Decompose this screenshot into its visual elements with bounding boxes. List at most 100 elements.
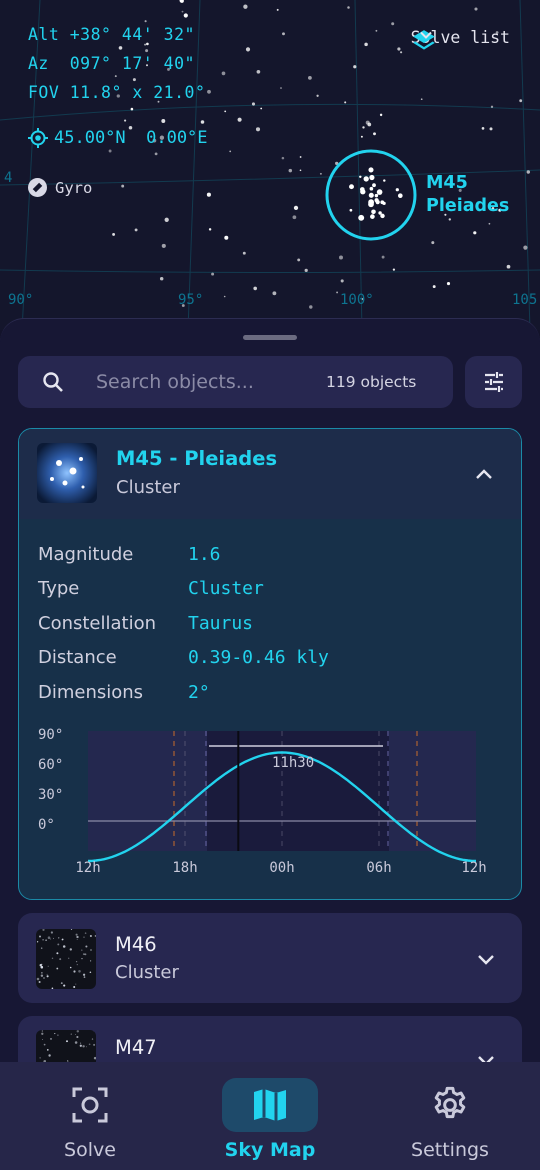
cluster-star: [368, 167, 374, 173]
star: [161, 243, 166, 248]
star: [448, 218, 451, 221]
thumb-star: [75, 960, 78, 963]
star: [281, 156, 285, 160]
star: [316, 94, 319, 97]
thumb-star: [41, 1032, 44, 1035]
object-details: Magnitude 1.6 Type Cluster Constellation…: [38, 537, 329, 710]
star: [255, 127, 261, 132]
thumb-star: [57, 937, 60, 939]
thumb-star: [93, 1043, 96, 1046]
cluster-star: [395, 188, 399, 192]
thumb-star: [60, 982, 63, 984]
thumb-star: [73, 985, 76, 989]
target-name: M45: [426, 173, 468, 193]
compass-icon: [28, 178, 47, 197]
cluster-star: [359, 175, 362, 179]
x-tick-label: 00h: [269, 860, 294, 876]
star: [381, 255, 385, 259]
detail-row: Distance 0.39-0.46 kly: [38, 641, 329, 676]
star: [224, 110, 227, 113]
thumb-star: [46, 973, 48, 975]
thumb-star: [52, 937, 55, 939]
thumb-star: [70, 1033, 72, 1035]
star: [164, 217, 169, 222]
star: [360, 135, 363, 138]
object-card-m46[interactable]: M46 Cluster: [18, 913, 522, 1003]
star: [134, 228, 138, 232]
thumb-star: [59, 958, 62, 961]
nav-icon-container: [42, 1078, 138, 1132]
cluster-star: [383, 179, 386, 182]
chevron-down-icon[interactable]: [476, 949, 496, 969]
nav-sky-map[interactable]: Sky Map: [180, 1062, 360, 1170]
thumb-star: [76, 939, 78, 941]
chevron-up-icon[interactable]: [474, 465, 494, 485]
star: [282, 32, 285, 36]
thumb-star: [76, 935, 79, 939]
object-type: Cluster: [116, 477, 180, 498]
grid-label-90: 90°: [8, 292, 34, 308]
thumb-star: [89, 934, 92, 938]
thumb-star: [79, 1044, 82, 1047]
cluster-star: [370, 214, 375, 219]
cluster-star: [372, 183, 376, 188]
star: [365, 120, 370, 125]
star: [488, 222, 491, 225]
thumb-star: [73, 970, 76, 973]
star: [211, 272, 215, 276]
thumb-star: [48, 1054, 51, 1057]
star: [159, 276, 164, 281]
star: [293, 205, 299, 211]
location-readout[interactable]: 45.00°N 0.00°E: [28, 128, 208, 148]
object-card-m45[interactable]: M45 - Pleiades Cluster Magnitude 1.6 Typ…: [18, 428, 522, 900]
star: [309, 305, 313, 309]
x-tick-label: 12h: [461, 860, 486, 876]
tune-sliders-icon: [484, 372, 503, 392]
detail-value: 0.39-0.46 kly: [188, 647, 329, 669]
thumb-star: [74, 1041, 78, 1044]
nav-solve[interactable]: Solve: [0, 1062, 180, 1170]
x-tick-label: 18h: [172, 860, 197, 876]
filter-button[interactable]: [465, 356, 522, 408]
star: [237, 117, 242, 122]
star: [280, 87, 282, 89]
altitude-chart[interactable]: 11h30 90° 60° 30° 0° 12h 18h 00h 06h 12h: [19, 719, 522, 879]
search-bar[interactable]: 119 objects: [18, 356, 453, 408]
star: [288, 168, 293, 173]
thumb-star: [82, 1045, 85, 1048]
gyro-toggle[interactable]: Gyro: [28, 178, 92, 197]
star: [112, 232, 116, 236]
thumb-star: [50, 938, 52, 940]
thumb-star: [45, 939, 47, 942]
sheet-drag-handle[interactable]: [243, 335, 297, 340]
object-type: Cluster: [115, 962, 179, 983]
cluster-star: [369, 193, 373, 197]
nav-settings[interactable]: Settings: [360, 1062, 540, 1170]
thumb-star: [75, 983, 77, 985]
thumb-star: [54, 1033, 56, 1035]
thumb-star: [39, 1057, 41, 1059]
detail-label: Magnitude: [38, 543, 134, 565]
gear-icon: [434, 1086, 466, 1119]
object-title: M47: [115, 1036, 157, 1059]
thumb-star: [82, 973, 86, 976]
solve-list-dropdown[interactable]: Solve list: [411, 28, 510, 50]
object-count: 119 objects: [326, 373, 417, 391]
star: [130, 107, 134, 111]
star: [397, 47, 401, 51]
star: [526, 170, 531, 174]
thumb-star: [41, 947, 43, 949]
star: [251, 102, 256, 106]
search-input[interactable]: [96, 371, 311, 393]
grid-label-95: 95°: [178, 292, 204, 308]
y-tick-label: 30°: [38, 787, 63, 803]
sky-map[interactable]: Alt +38° 44' 32" Az 097° 17' 40" FOV 11.…: [0, 0, 540, 330]
star: [364, 42, 368, 47]
star: [489, 127, 493, 131]
star: [272, 291, 277, 296]
star: [207, 89, 211, 94]
target-common-name: Pleiades: [426, 196, 510, 216]
star: [420, 98, 423, 101]
thumb-star: [91, 1038, 94, 1040]
target-label[interactable]: M45 Pleiades: [426, 172, 509, 218]
